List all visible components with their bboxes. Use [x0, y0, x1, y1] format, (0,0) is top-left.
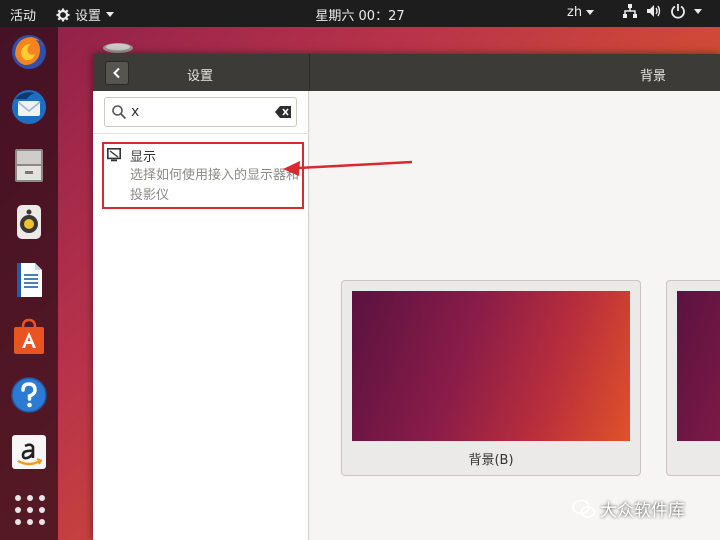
grid-dot-icon	[39, 507, 45, 513]
grid-dot-icon	[27, 519, 33, 525]
system-status-menu[interactable]	[622, 3, 702, 19]
app-menu[interactable]: 设置	[56, 5, 115, 24]
background-thumbnail	[352, 291, 630, 441]
input-method-menu[interactable]: zh	[567, 5, 595, 20]
files-launcher[interactable]	[9, 145, 49, 185]
lock-screen-thumbnail	[677, 291, 720, 441]
panel-title: 背景	[640, 69, 667, 84]
firefox-launcher[interactable]	[9, 32, 49, 72]
amazon-icon	[12, 435, 46, 469]
show-applications-button[interactable]	[15, 495, 45, 525]
rhythmbox-launcher[interactable]	[9, 202, 49, 242]
trash-icon[interactable]	[101, 41, 135, 55]
background-card[interactable]: 背景(B)	[341, 280, 641, 476]
result-description: 选择如何使用接入的显示器和投影仪	[130, 168, 300, 203]
search-divider	[93, 133, 309, 134]
chevron-down-icon	[694, 8, 702, 14]
grid-dot-icon	[27, 495, 33, 501]
grid-dot-icon	[39, 495, 45, 501]
clock-label[interactable]: 星期六 00：27	[315, 9, 404, 24]
watermark-label: 大众软件库	[600, 501, 685, 521]
activities-button[interactable]: 活动	[10, 5, 36, 24]
background-card-label: 背景(B)	[468, 453, 514, 468]
search-input[interactable]	[131, 103, 271, 121]
software-center-launcher[interactable]	[9, 317, 49, 357]
search-box[interactable]	[104, 97, 297, 127]
settings-window: 设置 背景 显示 选择如何使用接入的显示器和投影仪	[93, 54, 720, 540]
app-menu-label: 设置	[75, 9, 102, 24]
title-bar: 设置 背景	[93, 54, 720, 91]
sidebar: 显示 选择如何使用接入的显示器和投影仪	[93, 91, 309, 540]
lock-screen-card[interactable]	[666, 280, 720, 476]
network-icon	[623, 4, 637, 18]
clear-search-icon[interactable]	[275, 106, 291, 118]
grid-dot-icon	[15, 495, 21, 501]
result-title: 显示	[130, 150, 157, 165]
file-cabinet-icon	[15, 149, 43, 182]
grid-dot-icon	[39, 519, 45, 525]
shopping-bag-icon	[14, 318, 44, 354]
dock	[0, 27, 58, 540]
chevron-down-icon	[106, 12, 115, 17]
lang-label: zh	[567, 5, 583, 20]
document-icon	[17, 263, 42, 297]
display-icon	[107, 148, 121, 162]
firefox-icon	[12, 35, 46, 69]
wechat-icon	[572, 499, 596, 518]
top-bar: 活动 设置 星期六 00：27 zh	[0, 0, 720, 27]
thunderbird-icon	[12, 90, 46, 124]
speaker-icon	[17, 205, 41, 239]
search-result-display[interactable]: 显示 选择如何使用接入的显示器和投影仪	[102, 142, 304, 209]
help-launcher[interactable]	[9, 375, 49, 415]
window-title: 设置	[187, 69, 214, 84]
search-icon	[112, 105, 127, 120]
writer-launcher[interactable]	[9, 260, 49, 300]
title-divider	[309, 54, 310, 91]
help-icon	[11, 377, 47, 413]
volume-icon	[647, 5, 661, 17]
back-button[interactable]	[105, 61, 129, 85]
grid-dot-icon	[15, 519, 21, 525]
thunderbird-launcher[interactable]	[9, 87, 49, 127]
watermark: 大众软件库	[572, 496, 685, 521]
grid-dot-icon	[15, 507, 21, 513]
power-icon	[671, 4, 685, 19]
background-panel: 背景(B)	[310, 91, 720, 540]
grid-dot-icon	[27, 507, 33, 513]
gear-icon	[56, 8, 70, 21]
amazon-launcher[interactable]	[9, 432, 49, 472]
chevron-down-icon	[586, 10, 595, 15]
chevron-left-icon	[113, 67, 120, 79]
